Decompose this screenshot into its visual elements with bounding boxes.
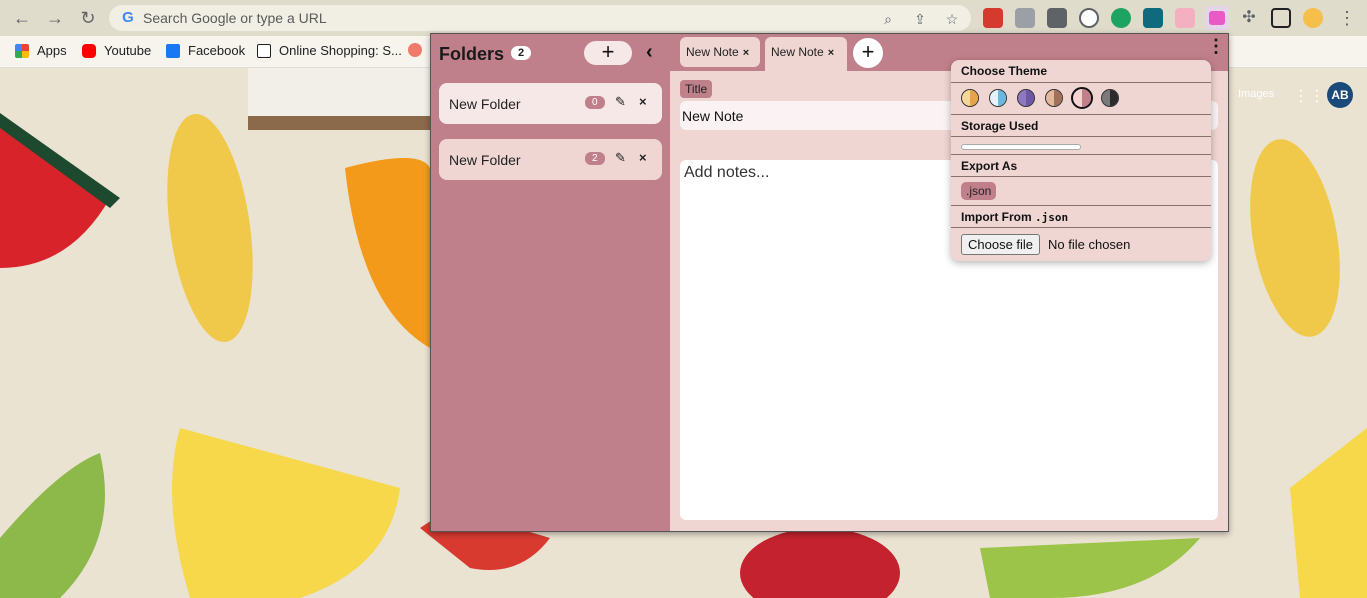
- google-images-link[interactable]: Images: [1238, 88, 1274, 100]
- watermelon-slice-graphic: [0, 128, 110, 268]
- bookmark-amazon[interactable]: Online Shopping: S...: [257, 43, 402, 58]
- tab-label: New Note: [686, 45, 739, 59]
- edit-folder-icon[interactable]: ✎: [615, 94, 626, 110]
- add-note-button[interactable]: +: [853, 38, 883, 68]
- browser-menu-icon[interactable]: ⋮: [1337, 8, 1357, 28]
- bookmark-label: Youtube: [104, 43, 152, 58]
- folder-name: New Folder: [449, 152, 521, 168]
- side-panel-icon[interactable]: [1271, 8, 1291, 28]
- share-icon[interactable]: ⇪: [911, 10, 929, 28]
- theme-swatch-orange[interactable]: [961, 89, 979, 107]
- bookmark-label: Facebook: [188, 43, 246, 58]
- reload-icon[interactable]: ↻: [76, 6, 100, 30]
- forward-arrow-icon[interactable]: →: [43, 6, 67, 30]
- red-fruit-graphic: [740, 528, 900, 598]
- extension-puzzle-grey-icon[interactable]: [1047, 8, 1067, 28]
- google-apps-icon[interactable]: ⋮⋮: [1293, 86, 1325, 106]
- theme-swatch-half: [1110, 90, 1118, 106]
- theme-swatch-purple[interactable]: [1017, 89, 1035, 107]
- pineapple-stick-graphic: [167, 113, 253, 343]
- title-label: Title: [680, 80, 713, 98]
- bookmark-red-circle-icon: [408, 43, 422, 57]
- import-heading-text: Import From: [961, 210, 1032, 224]
- tab-label: New Note: [771, 45, 824, 59]
- lime-wedge-graphic: [980, 538, 1200, 598]
- add-folder-button[interactable]: +: [584, 41, 632, 65]
- settings-menu-icon[interactable]: ⋮: [1207, 37, 1225, 55]
- folder-item[interactable]: New Folder 2 ✎ ×: [439, 139, 662, 180]
- extension-green-cart-icon[interactable]: [1111, 8, 1131, 28]
- bookmark-youtube[interactable]: Youtube: [82, 43, 151, 58]
- bookmark-star-icon[interactable]: ☆: [943, 10, 961, 28]
- bookmark-facebook[interactable]: Facebook: [166, 43, 245, 58]
- extension-teal-icon[interactable]: [1143, 8, 1163, 28]
- import-format: .json: [1035, 211, 1069, 224]
- bookmark-label: Online Shopping: S...: [279, 43, 402, 58]
- bookmark-red-circle[interactable]: [408, 43, 430, 57]
- export-heading: Export As: [951, 154, 1211, 177]
- pineapple-stick-right-graphic: [1250, 139, 1340, 337]
- address-placeholder: Search Google or type a URL: [143, 10, 327, 26]
- export-json-button[interactable]: .json: [961, 182, 997, 200]
- settings-dropdown: Choose Theme Storage Used Export As .jso…: [951, 60, 1211, 261]
- folders-title: Folders: [439, 44, 505, 64]
- extension-red-icon[interactable]: [983, 8, 1003, 28]
- extension-circle-icon[interactable]: [1079, 8, 1099, 28]
- pineapple-wedge-right-graphic: [1290, 428, 1367, 598]
- profile-emoji-icon[interactable]: [1303, 8, 1323, 28]
- folder-count-badge: 2: [511, 46, 532, 60]
- coconut-graphic: [248, 68, 438, 120]
- extension-cast-icon[interactable]: [1015, 8, 1035, 28]
- google-g-icon: G: [122, 9, 134, 26]
- notes-extension-icon: [1209, 11, 1225, 25]
- folder-name: New Folder: [449, 96, 521, 112]
- apps-grid-icon: [15, 43, 29, 58]
- collapse-sidebar-icon[interactable]: ‹: [646, 40, 662, 64]
- note-tab[interactable]: New Note ×: [680, 37, 760, 67]
- edit-folder-icon[interactable]: ✎: [615, 150, 626, 166]
- facebook-icon: [166, 43, 180, 58]
- close-tab-icon[interactable]: ×: [743, 47, 749, 59]
- bookmark-label: Apps: [37, 43, 67, 58]
- storage-progress-bar: [961, 144, 1081, 150]
- theme-swatch-half: [1082, 89, 1091, 107]
- note-tab-active[interactable]: New Note ×: [765, 37, 847, 72]
- folder-note-count: 2: [585, 152, 605, 165]
- choose-file-button[interactable]: Choose file: [961, 234, 1041, 255]
- storage-heading: Storage Used: [951, 114, 1211, 137]
- theme-swatch-half: [970, 90, 978, 106]
- theme-swatch-half: [1026, 90, 1034, 106]
- folder-note-count: 0: [585, 96, 605, 109]
- youtube-icon: [82, 43, 96, 58]
- theme-swatch-dark[interactable]: [1101, 89, 1119, 107]
- google-account-avatar[interactable]: AB: [1327, 82, 1353, 108]
- back-arrow-icon[interactable]: ←: [10, 6, 34, 30]
- extensions-puzzle-icon[interactable]: ✣: [1239, 8, 1259, 28]
- zoom-icon[interactable]: ⌕: [879, 10, 897, 28]
- pineapple-wedge-graphic: [172, 428, 400, 598]
- extension-notes-active-icon[interactable]: [1205, 6, 1229, 30]
- no-file-chosen-text: No file chosen: [1048, 237, 1131, 252]
- bookmark-apps[interactable]: Apps: [15, 43, 67, 58]
- theme-swatch-half: [1054, 90, 1062, 106]
- theme-swatch-blue[interactable]: [989, 89, 1007, 107]
- extension-pink-arrow-icon[interactable]: [1175, 8, 1195, 28]
- orange-slice-graphic: [345, 158, 430, 348]
- theme-swatch-pink[interactable]: [1071, 87, 1093, 109]
- delete-folder-icon[interactable]: ×: [639, 94, 647, 109]
- import-heading: Import From .json: [951, 205, 1211, 228]
- amazon-icon: [257, 43, 271, 58]
- address-bar[interactable]: G Search Google or type a URL ⌕ ⇪ ☆: [109, 5, 971, 31]
- folders-sidebar: Folders 2 + ‹ New Folder 0 ✎ × New Folde…: [431, 34, 670, 531]
- theme-swatch-half: [998, 90, 1006, 106]
- browser-toolbar: ← → ↻ G Search Google or type a URL ⌕ ⇪ …: [0, 0, 1367, 36]
- delete-folder-icon[interactable]: ×: [639, 150, 647, 165]
- theme-swatch-brown[interactable]: [1045, 89, 1063, 107]
- lime-slice-graphic: [0, 453, 105, 598]
- close-tab-icon[interactable]: ×: [828, 47, 834, 59]
- choose-theme-heading: Choose Theme: [951, 60, 1211, 83]
- folder-item[interactable]: New Folder 0 ✎ ×: [439, 83, 662, 124]
